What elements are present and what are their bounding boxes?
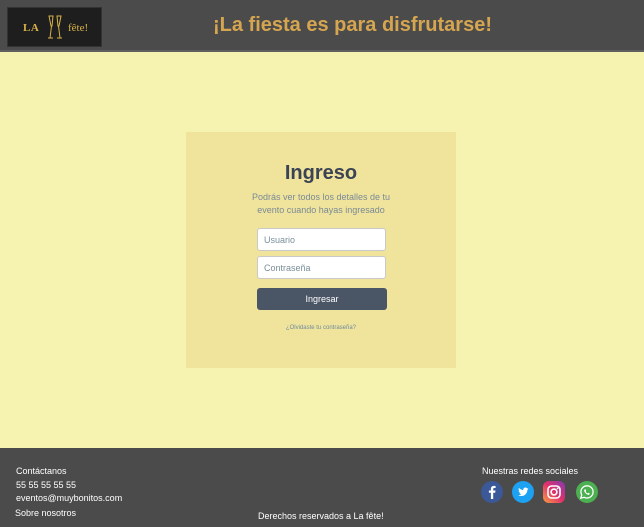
social-title: Nuestras redes sociales <box>482 466 579 476</box>
login-submit-button[interactable]: Ingresar <box>257 288 387 310</box>
login-subtitle: Podrás ver todos los detalles de tu even… <box>251 192 391 215</box>
site-header: LA fête! ¡La fiesta es para disfrutarse! <box>0 0 644 52</box>
login-title: Ingreso <box>284 162 358 184</box>
login-card: Ingreso Podrás ver todos los detalles de… <box>186 132 456 368</box>
facebook-icon[interactable] <box>481 481 503 503</box>
champagne-glasses-icon <box>48 15 62 39</box>
about-link[interactable]: Sobre nosotros <box>15 508 76 518</box>
copyright-text: Derechos reservados a La fête! <box>258 511 384 521</box>
contact-title: Contáctanos <box>16 466 67 476</box>
forgot-password-link[interactable]: ¿Olvidaste tu contraseña? <box>186 325 456 331</box>
username-input[interactable] <box>257 228 386 251</box>
logo-text-left: LA <box>23 22 40 34</box>
whatsapp-icon[interactable] <box>576 481 598 503</box>
instagram-icon[interactable] <box>543 481 565 503</box>
twitter-icon[interactable] <box>512 481 534 503</box>
site-logo[interactable]: LA fête! <box>7 7 102 47</box>
site-tagline: ¡La fiesta es para disfrutarse! <box>213 14 492 36</box>
password-input[interactable] <box>257 256 386 279</box>
contact-email[interactable]: eventos@muybonitos.com <box>16 493 122 503</box>
contact-phone: 55 55 55 55 55 <box>16 480 77 490</box>
site-footer: Contáctanos 55 55 55 55 55 eventos@muybo… <box>0 448 644 527</box>
logo-text-right: fête! <box>68 22 89 34</box>
